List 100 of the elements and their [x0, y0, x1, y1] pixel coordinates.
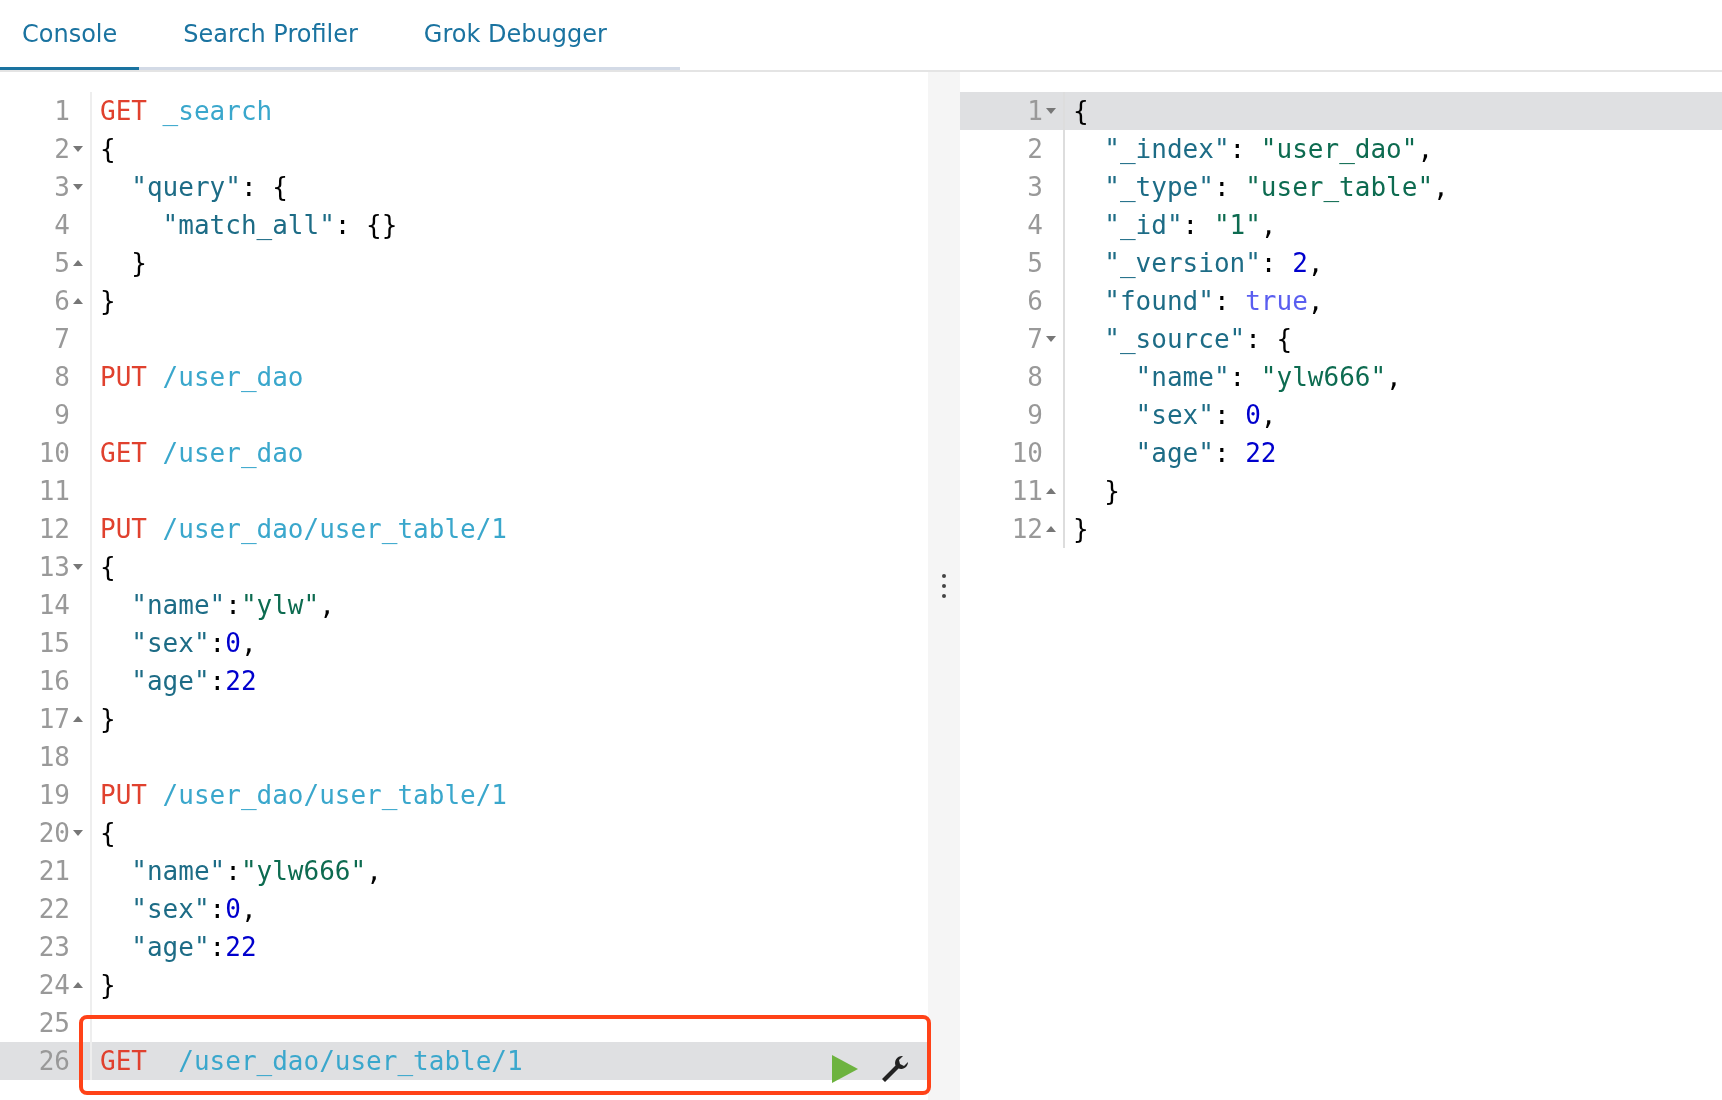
- line-number: 1: [1027, 96, 1043, 126]
- code-punctuation: :: [209, 894, 226, 924]
- code-punctuation: ,: [366, 856, 382, 886]
- request-path: _search: [161, 96, 273, 126]
- line-number: 7: [54, 324, 70, 354]
- fold-caret-icon[interactable]: [73, 564, 83, 570]
- code-punctuation: ,: [319, 590, 335, 620]
- line-number: 11: [1011, 476, 1043, 506]
- http-method: GET: [100, 96, 147, 126]
- code-punctuation: :: [1229, 362, 1247, 392]
- fold-caret-icon[interactable]: [73, 298, 83, 304]
- line-number: 3: [1027, 172, 1043, 202]
- code-punctuation: :: [1213, 286, 1231, 316]
- json-key: "name": [100, 590, 226, 620]
- resize-handle-icon[interactable]: [941, 573, 947, 599]
- code-punctuation: ,: [1433, 172, 1449, 202]
- line-number: 1: [54, 96, 70, 126]
- tab[interactable]: Search Profiler: [161, 0, 380, 70]
- request-path: /user_dao: [161, 438, 304, 468]
- fold-caret-icon[interactable]: [73, 982, 83, 988]
- wrench-icon[interactable]: [880, 1054, 910, 1084]
- http-method: GET: [100, 1046, 147, 1076]
- line-number: 5: [54, 248, 70, 278]
- code-punctuation: :: [209, 666, 226, 696]
- code-punctuation: : {}: [334, 210, 398, 240]
- json-key: "sex": [1073, 400, 1214, 430]
- request-path: /user_dao/user_table/1: [177, 1046, 523, 1076]
- http-method: GET: [100, 438, 147, 468]
- line-number: 9: [54, 400, 70, 430]
- fold-caret-icon[interactable]: [73, 260, 83, 266]
- line-number: 7: [1027, 324, 1043, 354]
- line-number: 16: [38, 666, 70, 696]
- json-number: 22: [225, 666, 257, 696]
- line-number: 17: [38, 704, 70, 734]
- line-number: 26: [38, 1046, 70, 1076]
- code-punctuation: }: [100, 704, 116, 734]
- code-punctuation: :: [1213, 172, 1231, 202]
- json-boolean: true: [1245, 286, 1308, 316]
- json-key: "age": [100, 932, 210, 962]
- request-path: /user_dao: [161, 362, 304, 392]
- code-punctuation: }: [1103, 476, 1120, 506]
- fold-caret-icon[interactable]: [73, 146, 83, 152]
- line-number: 22: [38, 894, 70, 924]
- line-number: 18: [38, 742, 70, 772]
- code-punctuation: :: [1213, 438, 1231, 468]
- line-number: 6: [54, 286, 70, 316]
- json-number: 22: [225, 932, 257, 962]
- line-number: 5: [1027, 248, 1043, 278]
- fold-caret-icon[interactable]: [1046, 336, 1056, 342]
- line-number: 9: [1027, 400, 1043, 430]
- code-punctuation: }: [1073, 514, 1089, 544]
- json-key: "age": [1073, 438, 1214, 468]
- code-punctuation: {: [100, 818, 116, 848]
- code-punctuation: :: [1260, 248, 1278, 278]
- line-number: 20: [38, 818, 70, 848]
- play-icon[interactable]: [832, 1055, 858, 1083]
- line-number: 23: [38, 932, 70, 962]
- json-number: 2: [1292, 248, 1308, 278]
- json-string: "1": [1213, 210, 1261, 240]
- code-punctuation: :: [225, 590, 241, 620]
- line-number: 8: [1027, 362, 1043, 392]
- code-punctuation: ,: [1260, 210, 1277, 240]
- code-punctuation: ,: [1260, 400, 1277, 430]
- http-method: PUT: [100, 514, 147, 544]
- line-number: 15: [38, 628, 70, 658]
- json-string: "ylw666": [1260, 362, 1387, 392]
- code-punctuation: }: [130, 248, 147, 278]
- http-method: PUT: [100, 362, 147, 392]
- fold-caret-icon[interactable]: [73, 184, 83, 190]
- line-number: 3: [54, 172, 70, 202]
- line-number: 2: [54, 134, 70, 164]
- line-number: 10: [38, 438, 70, 468]
- fold-caret-icon[interactable]: [1046, 488, 1056, 494]
- code-punctuation: ,: [240, 628, 257, 658]
- code-punctuation: {: [1073, 96, 1089, 126]
- fold-caret-icon[interactable]: [1046, 108, 1056, 114]
- code-punctuation: ,: [1307, 286, 1324, 316]
- code-punctuation: : {: [240, 172, 288, 202]
- code-punctuation: :: [209, 932, 226, 962]
- fold-caret-icon[interactable]: [73, 830, 83, 836]
- fold-caret-icon[interactable]: [73, 716, 83, 722]
- line-number: 8: [54, 362, 70, 392]
- json-key: "match_all": [100, 210, 335, 240]
- tab[interactable]: Console: [0, 0, 140, 70]
- line-number: 25: [38, 1008, 70, 1038]
- code-punctuation: : {: [1245, 324, 1293, 354]
- code-punctuation: ,: [1307, 248, 1324, 278]
- http-method: PUT: [100, 780, 147, 810]
- code-punctuation: ,: [240, 894, 257, 924]
- json-key: "found": [1073, 286, 1214, 316]
- line-number: 4: [1027, 210, 1043, 240]
- request-path: /user_dao/user_table/1: [161, 514, 507, 544]
- fold-caret-icon[interactable]: [1046, 526, 1056, 532]
- line-number: 21: [38, 856, 70, 886]
- json-key: "query": [100, 172, 241, 202]
- tab[interactable]: Grok Debugger: [401, 0, 629, 70]
- code-punctuation: {: [100, 552, 116, 582]
- line-number: 24: [38, 970, 70, 1000]
- line-number: 2: [1027, 134, 1043, 164]
- line-number: 13: [38, 552, 70, 582]
